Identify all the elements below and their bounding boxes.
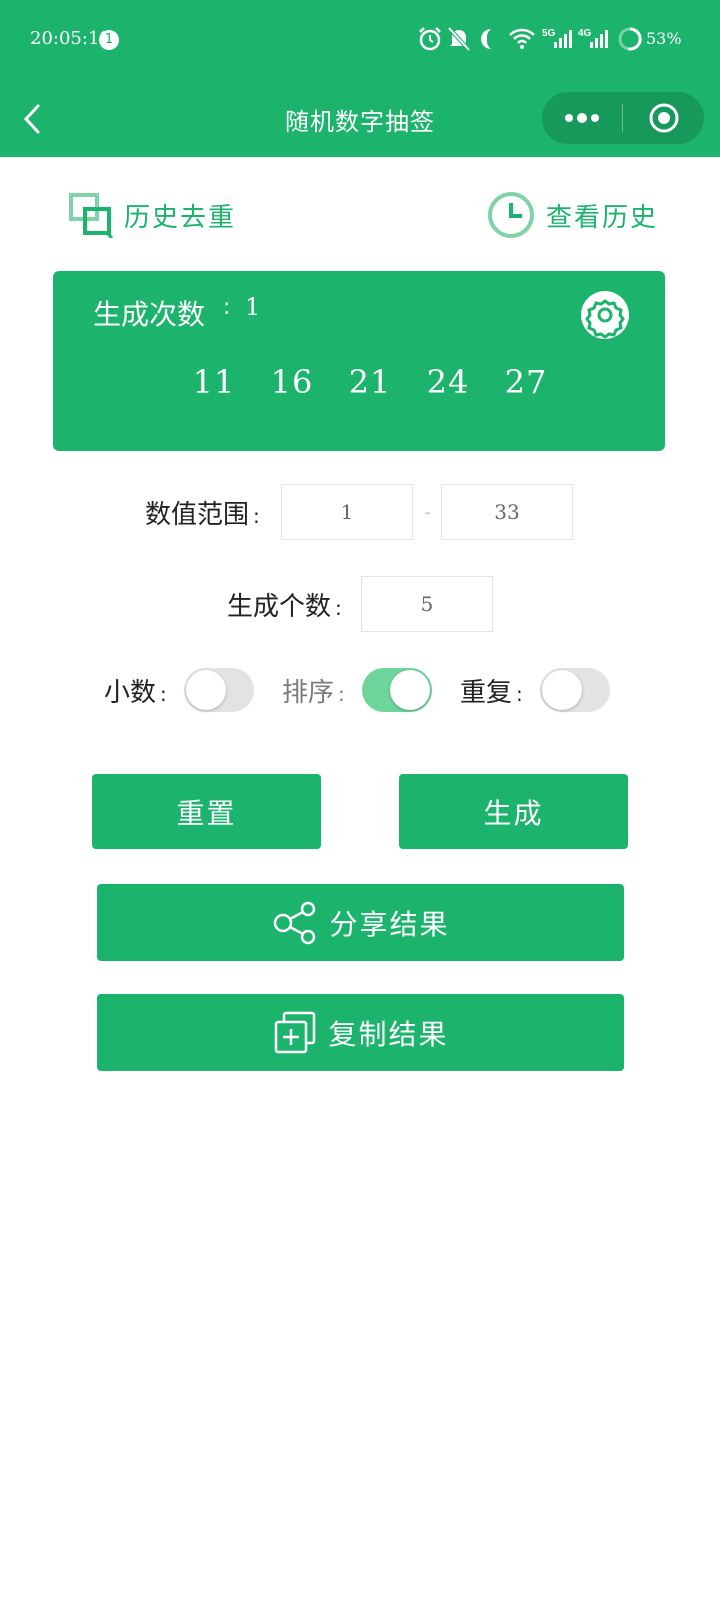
decimal-toggle[interactable] xyxy=(184,668,254,712)
clock-icon xyxy=(488,192,534,238)
more-dots-icon[interactable] xyxy=(542,92,622,144)
result-number: 21 xyxy=(348,363,392,401)
repeat-toggle-label: 重复: xyxy=(460,672,523,709)
view-history-label: 查看历史 xyxy=(546,202,659,233)
battery-ring-icon xyxy=(618,27,642,51)
generation-count-value: 1 xyxy=(245,293,261,321)
mini-program-capsule xyxy=(542,92,704,144)
quantity-colon: : xyxy=(335,596,342,620)
result-card: 生成次数 : 1 11 16 21 24 27 xyxy=(53,271,665,451)
generation-count-label: 生成次数 xyxy=(93,298,206,331)
reset-button-label: 重置 xyxy=(176,796,237,830)
dedupe-history-link[interactable]: 历史去重 xyxy=(68,190,236,240)
copy-result-button[interactable]: 复制结果 xyxy=(97,994,624,1071)
result-number: 16 xyxy=(270,363,314,401)
sort-label-text: 排序 xyxy=(282,678,335,708)
nav-bar: 随机数字抽签 xyxy=(0,80,720,157)
quantity-input[interactable]: 5 xyxy=(361,576,493,632)
sort-toggle-label: 排序: xyxy=(282,672,345,709)
moon-icon xyxy=(481,29,491,49)
range-min-input[interactable]: 1 xyxy=(281,484,413,540)
duplicate-squares-icon xyxy=(69,193,114,238)
decimal-label-text: 小数 xyxy=(104,678,157,708)
decimal-toggle-label: 小数: xyxy=(104,672,167,709)
svg-text:5G: 5G xyxy=(542,28,556,39)
generate-button[interactable]: 生成 xyxy=(399,774,628,849)
result-number: 11 xyxy=(192,363,236,401)
range-label-text: 数值范围 xyxy=(145,500,250,530)
close-miniprogram-icon[interactable] xyxy=(624,92,704,144)
dedupe-history-label: 历史去重 xyxy=(124,202,237,233)
mute-bell-icon xyxy=(447,26,471,52)
signal-5g-icon: 5G xyxy=(542,28,572,48)
quantity-label-text: 生成个数 xyxy=(227,592,332,622)
toggle-knob xyxy=(390,670,430,710)
toggle-knob xyxy=(186,670,226,710)
toggle-knob xyxy=(542,670,582,710)
generate-button-label: 生成 xyxy=(483,796,544,830)
alarm-icon xyxy=(419,27,441,51)
sort-colon: : xyxy=(338,682,345,706)
range-separator: - xyxy=(424,500,432,524)
notification-badge: 1 xyxy=(99,30,119,50)
repeat-toggle[interactable] xyxy=(540,668,610,712)
gear-icon xyxy=(585,299,625,339)
range-max-input[interactable]: 33 xyxy=(441,484,573,540)
share-icon xyxy=(274,901,316,944)
svg-text:4G: 4G xyxy=(578,28,592,39)
wifi-icon xyxy=(509,28,535,49)
range-colon: : xyxy=(253,504,260,528)
result-number: 24 xyxy=(426,363,470,401)
quantity-label: 生成个数: xyxy=(227,586,342,623)
sort-toggle[interactable] xyxy=(362,668,432,712)
reset-button[interactable]: 重置 xyxy=(92,774,321,849)
repeat-colon: : xyxy=(516,682,523,706)
share-button-label: 分享结果 xyxy=(329,907,450,941)
repeat-label-text: 重复 xyxy=(460,678,513,708)
generation-count-colon: : xyxy=(223,295,231,320)
result-number: 27 xyxy=(504,363,548,401)
copy-button-label: 复制结果 xyxy=(328,1017,449,1051)
signal-4g-icon: 4G xyxy=(578,28,608,48)
copy-plus-icon xyxy=(275,1011,316,1053)
decimal-colon: : xyxy=(160,682,167,706)
range-label: 数值范围: xyxy=(145,494,260,531)
capsule-divider xyxy=(622,104,623,132)
result-numbers: 11 16 21 24 27 xyxy=(175,363,565,401)
settings-button[interactable] xyxy=(581,291,629,339)
status-bar: 20:05:19 1 5G 4G 53% xyxy=(0,0,720,80)
battery-level: 53% xyxy=(646,29,682,48)
share-result-button[interactable]: 分享结果 xyxy=(97,884,624,961)
view-history-link[interactable]: 查看历史 xyxy=(486,190,658,240)
